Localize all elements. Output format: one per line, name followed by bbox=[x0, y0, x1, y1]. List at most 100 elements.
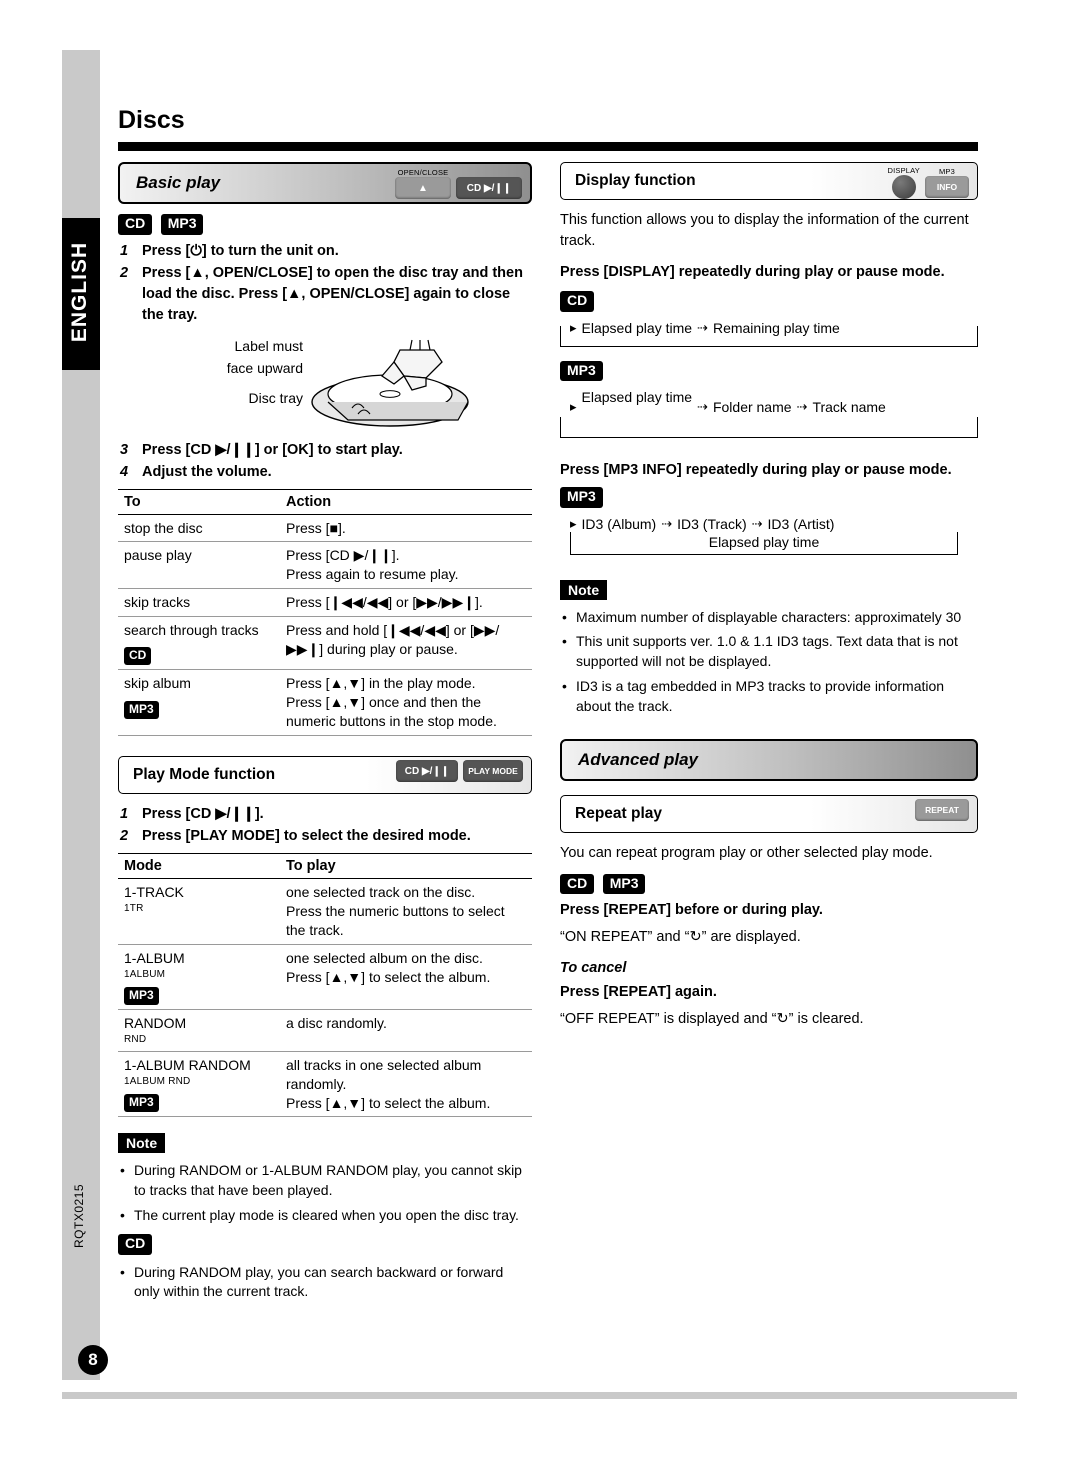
table-header-row: Mode To play bbox=[118, 853, 532, 880]
id3-flow-items: ▸ ID3 (Album) ⇢ ID3 (Track) ⇢ ID3 (Artis… bbox=[570, 515, 835, 532]
mp3-display-flow: ▸ Elapsed play time ⇢ Folder name ⇢ Trac… bbox=[560, 389, 978, 439]
repeat-play-cancel-instruction: Press [REPEAT] again. bbox=[560, 983, 717, 1000]
display-function-icon-group: DISPLAY MP3 INFO bbox=[887, 166, 969, 199]
right-column: Display function DISPLAY MP3 INFO This f… bbox=[560, 162, 978, 1036]
mode-name: 1-ALBUM RANDOM bbox=[124, 1056, 251, 1073]
arrow-right-icon: ⇢ bbox=[697, 319, 708, 335]
id3-flow-loop: Elapsed play time bbox=[560, 531, 978, 576]
basic-play-step-3: 3 Press [CD ▶/❙❙] or [OK] to start play. bbox=[120, 441, 403, 458]
basic-play-step-2: 2 Press [▲, OPEN/CLOSE] to open the disc… bbox=[120, 264, 523, 323]
table-row: skip album MP3 Press [▲,▼] in the play m… bbox=[118, 669, 532, 737]
basic-play-step-4: 4 Adjust the volume. bbox=[120, 463, 272, 480]
mode-display-code: 1ALBUM bbox=[124, 968, 166, 980]
play-mode-icon: PLAY MODE bbox=[463, 760, 523, 783]
arrow-right-icon: ⇢ bbox=[697, 399, 708, 415]
list-item: During RANDOM or 1-ALBUM RANDOM play, yo… bbox=[118, 1161, 532, 1201]
bottom-rule bbox=[62, 1392, 1017, 1399]
language-tab-label: ENGLISH bbox=[68, 241, 91, 343]
table-row: 1-ALBUM RANDOM 1ALBUM RND MP3 all tracks… bbox=[118, 1051, 532, 1118]
basic-play-table: To Action stop the disc Press [■]. pause… bbox=[118, 488, 532, 737]
basic-play-steps: 1 Press [⏻] to turn the unit on. 2 Press… bbox=[118, 241, 532, 326]
section-advanced-play: Advanced play bbox=[560, 738, 978, 781]
display-knob-glyph bbox=[891, 175, 916, 199]
section-basic-play-title: Basic play bbox=[136, 173, 221, 192]
arrow-right-icon: ▸ bbox=[570, 399, 577, 415]
section-play-mode: Play Mode function CD ▶/❙❙ PLAY MODE bbox=[118, 756, 532, 795]
table-row: pause play Press [CD ▶/❙❙]. Press again … bbox=[118, 541, 532, 590]
list-item: During RANDOM play, you can search backw… bbox=[118, 1263, 532, 1303]
arrow-right-icon: ⇢ bbox=[661, 515, 673, 531]
mp3-info-glyph: INFO bbox=[925, 176, 969, 198]
id3-display-flow: ▸ ID3 (Album) ⇢ ID3 (Track) ⇢ ID3 (Artis… bbox=[560, 516, 978, 576]
open-close-icon: OPEN/CLOSE ▲ bbox=[395, 168, 451, 199]
table-header-row: To Action bbox=[118, 488, 532, 515]
basic-play-step-1: 1 Press [⏻] to turn the unit on. bbox=[120, 242, 339, 259]
tag-cd: CD bbox=[118, 1234, 153, 1255]
tag-cd: CD bbox=[560, 291, 595, 312]
play-mode-step-1: 1 Press [CD ▶/❙❙]. bbox=[120, 806, 264, 823]
manual-page: ENGLISH RQTX0215 8 Discs Basic play OPEN… bbox=[0, 0, 1080, 1471]
display-function-instruction: Press [DISPLAY] repeatedly during play o… bbox=[560, 264, 945, 281]
play-mode-icon-group: CD ▶/❙❙ PLAY MODE bbox=[396, 760, 523, 783]
right-note-block: Note Maximum number of displayable chara… bbox=[560, 579, 978, 717]
list-item: This unit supports ver. 1.0 & 1.1 ID3 ta… bbox=[560, 632, 978, 672]
section-display-function: Display function DISPLAY MP3 INFO bbox=[560, 162, 978, 200]
play-mode-steps: 1 Press [CD ▶/❙❙]. 2 Press [PLAY MODE] t… bbox=[118, 804, 532, 847]
repeat-play-cancel-result: “OFF REPEAT” is displayed and “↻” is cle… bbox=[560, 1010, 864, 1027]
row-label: skip album bbox=[124, 675, 191, 692]
repeat-button-icon: REPEAT bbox=[915, 798, 969, 821]
repeat-play-icon-group: REPEAT bbox=[915, 798, 969, 821]
tag-mp3: MP3 bbox=[602, 873, 646, 895]
play-mode-step-2: 2 Press [PLAY MODE] to select the desire… bbox=[120, 828, 471, 845]
mp3-info-button-icon: MP3 INFO bbox=[925, 167, 969, 198]
section-basic-play: Basic play OPEN/CLOSE ▲ CD ▶/❙❙ bbox=[118, 162, 532, 204]
col-to-play: To play bbox=[280, 853, 532, 880]
table-row: RANDOM RND a disc randomly. bbox=[118, 1009, 532, 1052]
title-divider bbox=[118, 142, 978, 151]
mode-display-code: RND bbox=[124, 1034, 147, 1046]
disc-tray-text: Disc tray bbox=[248, 389, 303, 406]
tag-mp3: MP3 bbox=[560, 360, 603, 382]
left-note-cd-bullets: During RANDOM play, you can search backw… bbox=[118, 1263, 532, 1303]
col-to: To bbox=[118, 488, 280, 515]
arrow-right-icon: ▸ bbox=[570, 515, 577, 531]
section-repeat-play-title: Repeat play bbox=[575, 804, 663, 822]
list-item: ID3 is a tag embedded in MP3 tracks to p… bbox=[560, 677, 978, 717]
cd-play-pause-glyph: CD ▶/❙❙ bbox=[456, 177, 522, 199]
section-play-mode-title: Play Mode function bbox=[133, 766, 276, 784]
document-code: RQTX0215 bbox=[72, 1183, 86, 1248]
left-note-bullets: During RANDOM or 1-ALBUM RANDOM play, yo… bbox=[118, 1161, 532, 1226]
mode-name: 1-ALBUM bbox=[124, 949, 185, 966]
row-tag-mp3: MP3 bbox=[124, 987, 159, 1006]
table-row: search through tracks CD Press and hold … bbox=[118, 616, 532, 671]
row-tag-mp3: MP3 bbox=[124, 700, 159, 719]
mode-name: 1-TRACK bbox=[124, 884, 184, 901]
section-advanced-play-title: Advanced play bbox=[578, 749, 698, 769]
repeat-play-result: “ON REPEAT” and “↻” are displayed. bbox=[560, 929, 801, 946]
display-function-intro: This function allows you to display the … bbox=[560, 212, 969, 250]
table-row: 1-TRACK 1TR one selected track on the di… bbox=[118, 878, 532, 945]
mp3-flow-loop bbox=[560, 417, 978, 439]
cd-play-pause-icon: CD ▶/❙❙ bbox=[396, 760, 458, 783]
arrow-right-icon: ⇢ bbox=[796, 399, 808, 415]
mp3-info-instruction: Press [MP3 INFO] repeatedly during play … bbox=[560, 462, 952, 479]
repeat-play-instruction: Press [REPEAT] before or during play. bbox=[560, 902, 823, 919]
face-upward-text: face upward bbox=[226, 359, 303, 376]
section-repeat-play: Repeat play REPEAT bbox=[560, 794, 978, 833]
tag-cd: CD bbox=[560, 873, 595, 895]
note-label: Note bbox=[560, 579, 608, 600]
cd-play-pause-icon: CD ▶/❙❙ bbox=[456, 168, 522, 199]
col-mode: Mode bbox=[118, 853, 280, 880]
page-title: Discs bbox=[118, 106, 185, 134]
repeat-play-media-tags: CD MP3 bbox=[560, 873, 978, 895]
disc-tray-drawing bbox=[311, 339, 469, 427]
table-row: stop the disc Press [■]. bbox=[118, 514, 532, 543]
mp3-flow-elapsed: Elapsed play time bbox=[581, 389, 693, 406]
mode-name: RANDOM bbox=[124, 1015, 187, 1032]
tag-mp3: MP3 bbox=[160, 214, 204, 235]
tag-mp3: MP3 bbox=[560, 487, 603, 508]
table-row: skip tracks Press [❙◀◀/◀◀] or [▶▶/▶▶❙]. bbox=[118, 588, 532, 618]
tag-cd: CD bbox=[118, 214, 153, 235]
list-item: The current play mode is cleared when yo… bbox=[118, 1206, 532, 1226]
mp3-flow-items: ▸ Elapsed play time ⇢ Folder name ⇢ Trac… bbox=[570, 389, 886, 416]
